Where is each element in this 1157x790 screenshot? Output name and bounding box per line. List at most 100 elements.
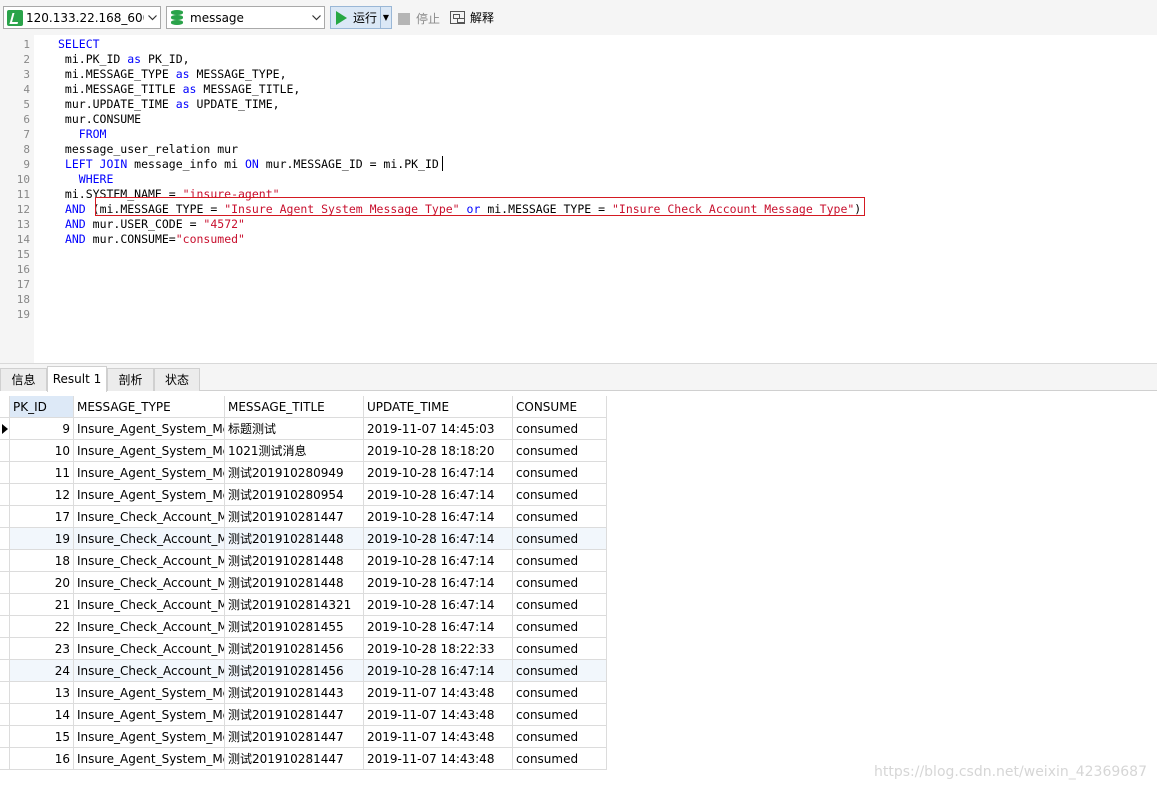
table-cell[interactable]: consumed (513, 506, 607, 528)
table-cell[interactable]: 11 (10, 462, 74, 484)
row-indicator[interactable] (0, 440, 10, 462)
table-cell[interactable]: consumed (513, 594, 607, 616)
table-cell[interactable]: 测试201910281447 (225, 704, 364, 726)
table-cell[interactable]: Insure_Agent_System_Message_Type (74, 440, 225, 462)
table-row[interactable]: 10Insure_Agent_System_Message_Type1021测试… (0, 440, 607, 462)
row-indicator[interactable] (0, 638, 10, 660)
table-cell[interactable]: consumed (513, 704, 607, 726)
row-indicator[interactable] (0, 616, 10, 638)
table-cell[interactable]: 24 (10, 660, 74, 682)
column-header[interactable]: UPDATE_TIME (364, 396, 513, 418)
table-cell[interactable]: 18 (10, 550, 74, 572)
table-cell[interactable]: 2019-11-07 14:45:03 (364, 418, 513, 440)
table-cell[interactable]: consumed (513, 462, 607, 484)
table-row[interactable]: 23Insure_Check_Account_Message_Type测试201… (0, 638, 607, 660)
table-row[interactable]: 13Insure_Agent_System_Message_Type测试2019… (0, 682, 607, 704)
column-header[interactable]: MESSAGE_TITLE (225, 396, 364, 418)
table-cell[interactable]: 13 (10, 682, 74, 704)
table-cell[interactable]: 2019-10-28 16:47:14 (364, 484, 513, 506)
table-cell[interactable]: 19 (10, 528, 74, 550)
table-cell[interactable]: 2019-10-28 16:47:14 (364, 660, 513, 682)
table-row[interactable]: 22Insure_Check_Account_Message_Type测试201… (0, 616, 607, 638)
row-indicator[interactable] (0, 726, 10, 748)
table-cell[interactable]: consumed (513, 616, 607, 638)
table-row[interactable]: 19Insure_Check_Account_Message_Type测试201… (0, 528, 607, 550)
table-cell[interactable]: consumed (513, 528, 607, 550)
table-cell[interactable]: consumed (513, 726, 607, 748)
table-cell[interactable]: 测试201910281447 (225, 506, 364, 528)
table-cell[interactable]: 测试201910281447 (225, 726, 364, 748)
table-cell[interactable]: 2019-10-28 18:18:20 (364, 440, 513, 462)
table-cell[interactable]: 20 (10, 572, 74, 594)
database-select[interactable]: message (166, 6, 325, 29)
table-cell[interactable]: 测试201910280949 (225, 462, 364, 484)
table-cell[interactable]: Insure_Check_Account_Message_Type (74, 594, 225, 616)
table-cell[interactable]: consumed (513, 638, 607, 660)
table-cell[interactable]: 2019-11-07 14:43:48 (364, 704, 513, 726)
table-row[interactable]: 16Insure_Agent_System_Message_Type测试2019… (0, 748, 607, 770)
table-cell[interactable]: 测试201910281448 (225, 572, 364, 594)
table-row[interactable]: 18Insure_Check_Account_Message_Type测试201… (0, 550, 607, 572)
table-cell[interactable]: consumed (513, 440, 607, 462)
column-header[interactable]: MESSAGE_TYPE (74, 396, 225, 418)
table-cell[interactable]: 测试201910281456 (225, 638, 364, 660)
table-cell[interactable]: 9 (10, 418, 74, 440)
table-cell[interactable]: Insure_Check_Account_Message_Type (74, 550, 225, 572)
row-indicator[interactable] (0, 682, 10, 704)
row-indicator[interactable] (0, 506, 10, 528)
table-cell[interactable]: Insure_Check_Account_Message_Type (74, 616, 225, 638)
table-cell[interactable]: 17 (10, 506, 74, 528)
table-cell[interactable]: 2019-10-28 16:47:14 (364, 572, 513, 594)
row-indicator[interactable] (0, 550, 10, 572)
table-cell[interactable]: Insure_Agent_System_Message_Type (74, 418, 225, 440)
table-cell[interactable]: Insure_Agent_System_Message_Type (74, 726, 225, 748)
explain-button[interactable]: 解释 (450, 9, 494, 26)
column-header[interactable]: PK_ID (10, 396, 74, 418)
table-cell[interactable]: 15 (10, 726, 74, 748)
table-cell[interactable]: consumed (513, 682, 607, 704)
chevron-down-icon[interactable] (144, 7, 160, 28)
table-cell[interactable]: consumed (513, 572, 607, 594)
table-cell[interactable]: Insure_Agent_System_Message_Type (74, 704, 225, 726)
row-indicator[interactable] (0, 748, 10, 770)
table-cell[interactable]: Insure_Check_Account_Message_Type (74, 660, 225, 682)
table-cell[interactable]: 2019-10-28 18:22:33 (364, 638, 513, 660)
connection-select[interactable]: 120.133.22.168_6006 (3, 6, 161, 29)
table-row[interactable]: 17Insure_Check_Account_Message_Type测试201… (0, 506, 607, 528)
tab-result-1[interactable]: Result 1 (47, 366, 107, 392)
run-button[interactable]: 运行 ▼ (330, 6, 392, 29)
row-indicator[interactable] (0, 660, 10, 682)
row-indicator[interactable] (0, 418, 10, 440)
table-cell[interactable]: 14 (10, 704, 74, 726)
stop-button[interactable]: 停止 (398, 10, 440, 27)
table-cell[interactable]: 测试201910281456 (225, 660, 364, 682)
table-cell[interactable]: 2019-10-28 16:47:14 (364, 616, 513, 638)
row-indicator[interactable] (0, 704, 10, 726)
table-cell[interactable]: Insure_Agent_System_Message_Type (74, 748, 225, 770)
row-indicator[interactable] (0, 396, 10, 418)
row-indicator[interactable] (0, 484, 10, 506)
table-cell[interactable]: consumed (513, 484, 607, 506)
table-cell[interactable]: Insure_Agent_System_Message_Type (74, 484, 225, 506)
table-cell[interactable]: 16 (10, 748, 74, 770)
tab-info[interactable]: 信息 (0, 368, 47, 391)
run-dropdown-icon[interactable]: ▼ (380, 7, 391, 28)
table-cell[interactable]: 2019-10-28 16:47:14 (364, 528, 513, 550)
table-cell[interactable]: consumed (513, 550, 607, 572)
table-cell[interactable]: 测试201910281448 (225, 528, 364, 550)
table-cell[interactable]: 测试201910281443 (225, 682, 364, 704)
table-row[interactable]: 14Insure_Agent_System_Message_Type测试2019… (0, 704, 607, 726)
table-cell[interactable]: consumed (513, 418, 607, 440)
table-cell[interactable]: 测试201910281455 (225, 616, 364, 638)
table-cell[interactable]: 测试201910281447 (225, 748, 364, 770)
table-cell[interactable]: 23 (10, 638, 74, 660)
table-cell[interactable]: Insure_Check_Account_Message_Type (74, 638, 225, 660)
chevron-down-icon[interactable] (308, 7, 324, 28)
table-row[interactable]: 20Insure_Check_Account_Message_Type测试201… (0, 572, 607, 594)
sql-editor[interactable]: 1 2 3 4 5 6 7 8 9 10 11 12 13 14 15 16 17 18 19 SELECT mi.… (0, 35, 1157, 363)
table-cell[interactable]: Insure_Agent_System_Message_Type (74, 682, 225, 704)
table-cell[interactable]: 测试201910280954 (225, 484, 364, 506)
table-cell[interactable]: Insure_Check_Account_Message_Type (74, 528, 225, 550)
table-cell[interactable]: Insure_Check_Account_Message_Type (74, 572, 225, 594)
table-cell[interactable]: 10 (10, 440, 74, 462)
